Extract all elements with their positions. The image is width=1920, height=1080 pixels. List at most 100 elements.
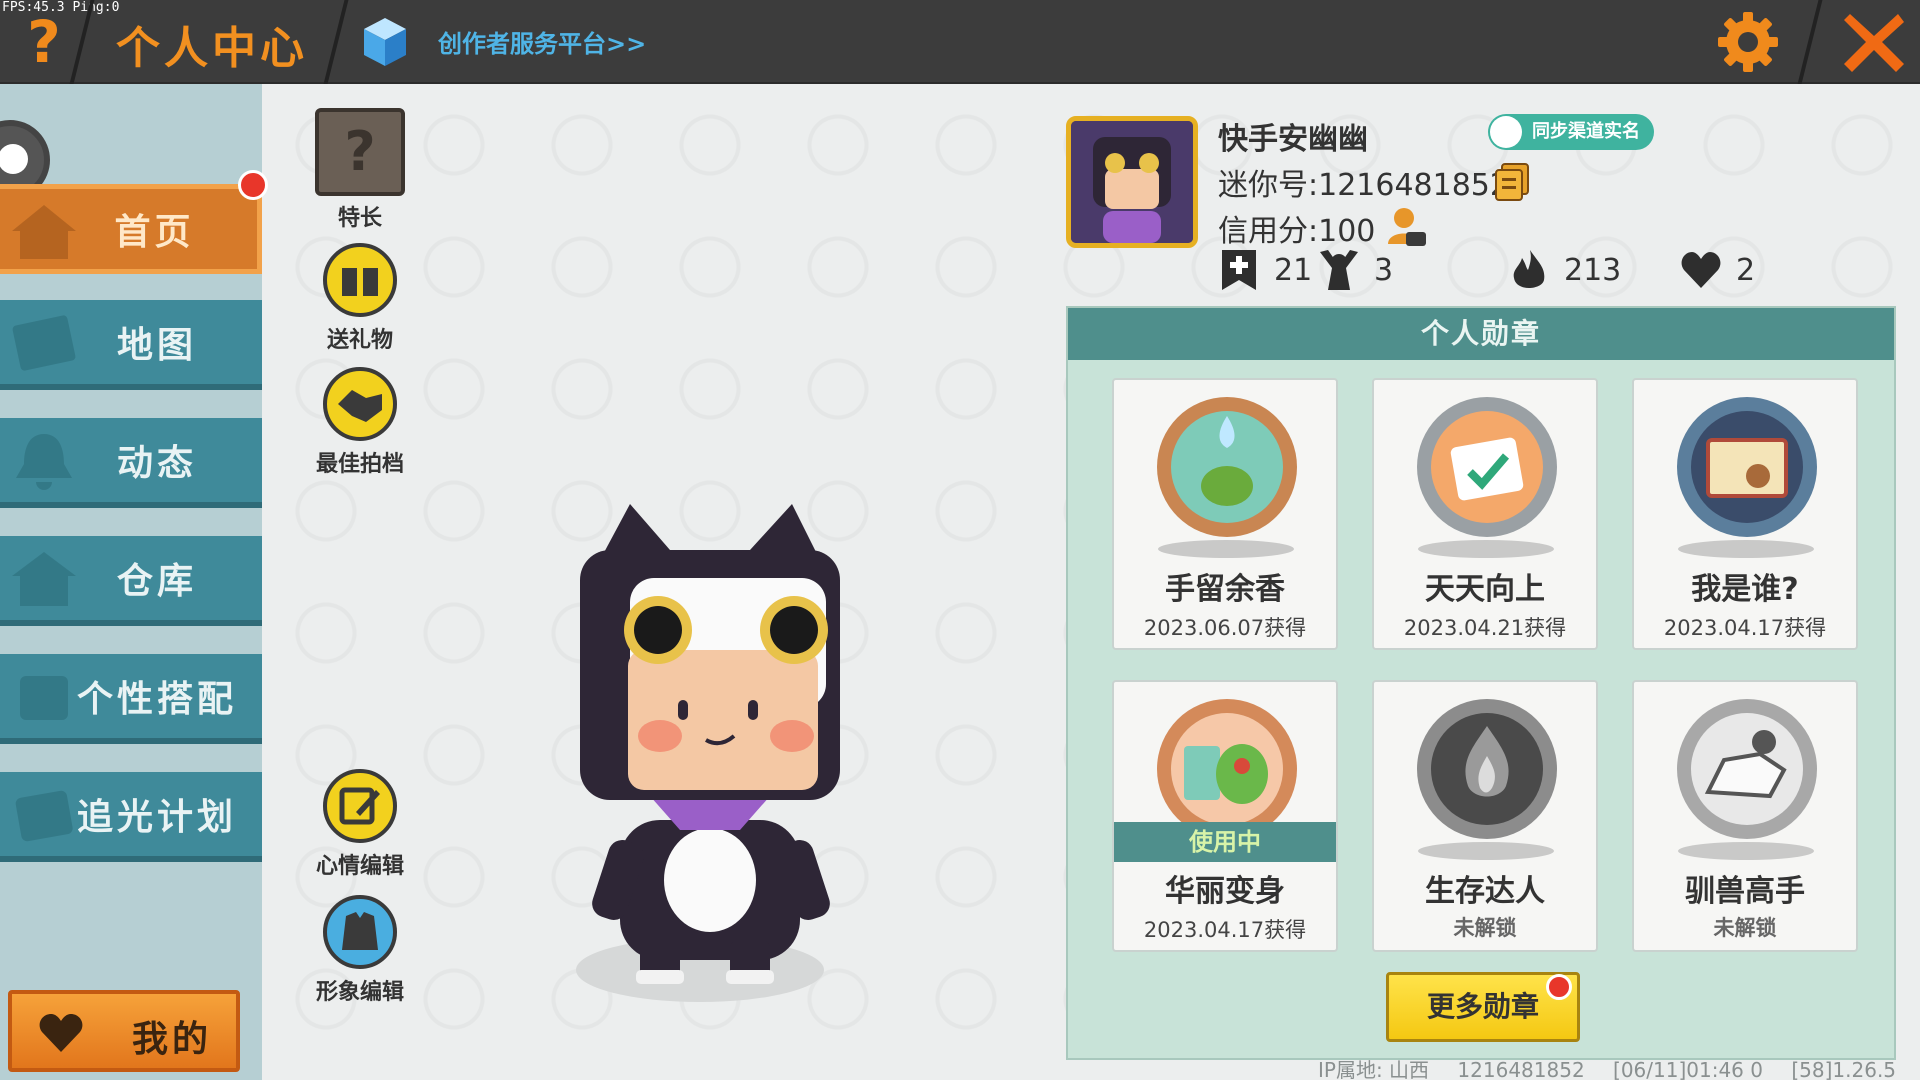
heart-icon bbox=[1681, 252, 1721, 288]
gear-icon[interactable] bbox=[1716, 10, 1780, 74]
medal-icon bbox=[1157, 699, 1297, 839]
medal-icon-locked bbox=[1677, 699, 1817, 839]
close-icon[interactable] bbox=[1840, 8, 1908, 76]
page-title: 个人中心 bbox=[116, 23, 308, 74]
stat-popularity[interactable]: 213 bbox=[1508, 248, 1621, 292]
cheer-person-icon bbox=[1320, 250, 1358, 290]
stat-value: 3 bbox=[1374, 252, 1394, 288]
medal-name: 驯兽高手 bbox=[1685, 874, 1805, 909]
copy-icon[interactable] bbox=[1494, 162, 1530, 202]
footer-info: IP属地: 山西 1216481852 [06/11]01:46 0 [58]1… bbox=[1318, 1054, 1918, 1080]
stat-likes[interactable]: 2 bbox=[1680, 248, 1755, 292]
sidebar-item-label: 个性搭配 bbox=[76, 679, 237, 720]
edit-icon bbox=[323, 769, 397, 843]
sidebar-item-light-plan[interactable]: 追光计划 bbox=[0, 772, 262, 862]
medal-shadow bbox=[1678, 842, 1814, 860]
realname-badge-label: 同步渠道实名 bbox=[1532, 121, 1640, 142]
map-icon bbox=[12, 315, 76, 371]
top-bar: FPS:45.3 Ping:0 ? 个人中心 创作者服务平台>> bbox=[0, 0, 1920, 84]
player-character[interactable] bbox=[530, 500, 890, 1010]
handshake-icon bbox=[323, 367, 397, 441]
credit-person-icon[interactable] bbox=[1384, 204, 1428, 248]
stat-value: 213 bbox=[1564, 252, 1622, 288]
action-label: 特长 bbox=[337, 206, 382, 231]
profile-avatar[interactable] bbox=[1066, 116, 1198, 248]
sidebar-item-home[interactable]: 首页 bbox=[0, 184, 262, 274]
action-label: 形象编辑 bbox=[315, 980, 404, 1005]
bell-icon bbox=[16, 434, 72, 490]
more-medals-label: 更多勋章 bbox=[1426, 990, 1539, 1023]
medal-card[interactable]: 使用中 华丽变身 2023.04.17获得 bbox=[1112, 680, 1338, 952]
medal-icon-locked bbox=[1417, 699, 1557, 839]
medal-date: 2023.04.21获得 bbox=[1403, 616, 1567, 640]
fire-icon bbox=[1513, 250, 1545, 288]
sidebar-item-label: 首页 bbox=[114, 212, 195, 253]
talent-button[interactable]: ? 特长 bbox=[300, 108, 420, 232]
help-button[interactable]: ? bbox=[14, 10, 74, 74]
ip-location: IP属地: 山西 bbox=[1318, 1058, 1430, 1080]
medal-shadow bbox=[1418, 540, 1554, 558]
cube-icon[interactable] bbox=[362, 16, 408, 68]
user-verify-icon bbox=[1490, 116, 1522, 148]
bookmark-plus-icon bbox=[1222, 250, 1256, 290]
medal-date: 2023.04.17获得 bbox=[1663, 616, 1827, 640]
question-box-icon: ? bbox=[315, 108, 405, 196]
send-gift-button[interactable]: 送礼物 bbox=[300, 242, 420, 354]
heart-icon bbox=[39, 1014, 83, 1052]
house-icon bbox=[12, 552, 76, 606]
creator-platform-link[interactable]: 创作者服务平台>> bbox=[438, 24, 646, 59]
gift-icon bbox=[323, 243, 397, 317]
medal-status: 未解锁 bbox=[1453, 916, 1517, 940]
in-use-badge: 使用中 bbox=[1114, 822, 1336, 862]
realname-sync-badge[interactable]: 同步渠道实名 bbox=[1488, 114, 1654, 150]
notification-dot bbox=[238, 170, 268, 200]
medal-shadow bbox=[1678, 540, 1814, 558]
medal-card[interactable]: 手留余香 2023.06.07获得 bbox=[1112, 378, 1338, 650]
best-partner-button[interactable]: 最佳拍档 bbox=[300, 366, 420, 478]
medal-card[interactable]: 天天向上 2023.04.21获得 bbox=[1372, 378, 1598, 650]
sidebar-item-label: 追光计划 bbox=[76, 797, 237, 838]
sidebar-item-style[interactable]: 个性搭配 bbox=[0, 654, 262, 744]
avatar-image bbox=[1071, 121, 1193, 243]
svg-text:?: ? bbox=[344, 120, 375, 183]
medal-name: 天天向上 bbox=[1425, 572, 1545, 607]
medal-date: 2023.04.17获得 bbox=[1143, 918, 1307, 942]
medal-icon bbox=[1417, 397, 1557, 537]
action-label: 送礼物 bbox=[326, 328, 393, 353]
sidebar-item-storage[interactable]: 仓库 bbox=[0, 536, 262, 626]
sidebar-item-feed[interactable]: 动态 bbox=[0, 418, 262, 508]
notification-dot bbox=[1546, 974, 1572, 1000]
stat-plus[interactable]: 21 bbox=[1218, 248, 1312, 292]
appearance-edit-button[interactable]: 形象编辑 bbox=[300, 894, 420, 1006]
medal-shadow bbox=[1418, 842, 1554, 860]
medal-card[interactable]: 驯兽高手 未解锁 bbox=[1632, 680, 1858, 952]
home-icon bbox=[12, 205, 76, 259]
sidebar-item-label: 地图 bbox=[116, 325, 197, 366]
medal-name: 我是谁? bbox=[1691, 572, 1799, 607]
footer-version: [58]1.26.5 bbox=[1791, 1058, 1897, 1080]
my-button[interactable]: 我的 bbox=[8, 990, 240, 1072]
medal-shadow bbox=[1158, 540, 1294, 558]
light-icon bbox=[15, 790, 73, 842]
medal-status: 未解锁 bbox=[1713, 916, 1777, 940]
medal-panel-title: 个人勋章 bbox=[1068, 308, 1894, 360]
action-label: 心情编辑 bbox=[315, 854, 404, 879]
outfit-icon bbox=[323, 895, 397, 969]
divider bbox=[1797, 0, 1823, 84]
medal-icon bbox=[1677, 397, 1817, 537]
medal-name: 手留余香 bbox=[1165, 572, 1285, 607]
medal-card[interactable]: 我是谁? 2023.04.17获得 bbox=[1632, 378, 1858, 650]
footer-time: [06/11]01:46 0 bbox=[1613, 1058, 1763, 1080]
sidebar-item-label: 仓库 bbox=[116, 561, 197, 602]
medal-card[interactable]: 生存达人 未解锁 bbox=[1372, 680, 1598, 952]
style-icon bbox=[20, 676, 68, 720]
medal-panel: 个人勋章 手留余香 2023.06.07获得 天天向上 2023.04.21获得… bbox=[1066, 306, 1896, 1060]
credit-score: 信用分:100 bbox=[1218, 214, 1376, 249]
my-button-label: 我的 bbox=[132, 1019, 213, 1060]
action-label: 最佳拍档 bbox=[315, 452, 404, 477]
sidebar-item-map[interactable]: 地图 bbox=[0, 300, 262, 390]
medal-icon bbox=[1157, 397, 1297, 537]
medal-date: 2023.06.07获得 bbox=[1143, 616, 1307, 640]
stat-fans[interactable]: 3 bbox=[1318, 248, 1393, 292]
mood-edit-button[interactable]: 心情编辑 bbox=[300, 768, 420, 880]
